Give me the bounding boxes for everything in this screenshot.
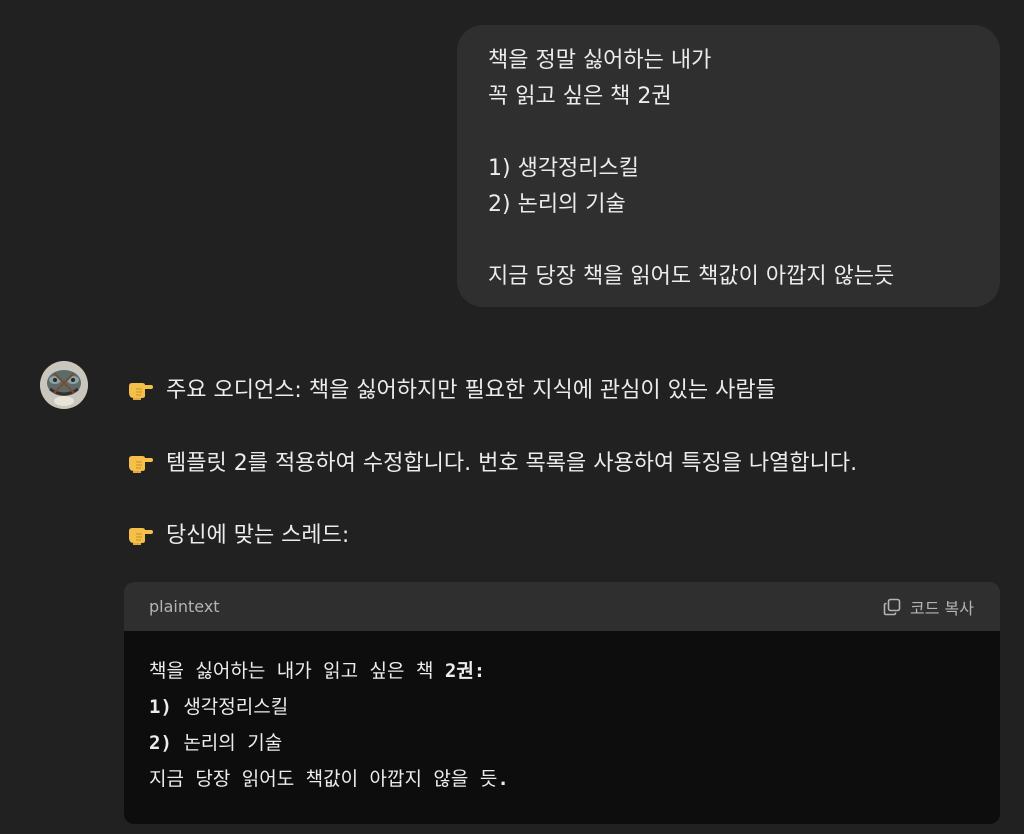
user-message-line: 지금 당장 책을 읽어도 책값이 아깝지 않는듯 <box>488 264 895 289</box>
copy-button-label: 코드 복사 <box>910 598 974 618</box>
code-body: 책을 싫어하는 내가 읽고 싶은 책 2권: 1) 생각정리스킬 2) 논리의 … <box>124 631 1000 797</box>
user-message-line: 꼭 읽고 싶은 책 2권 <box>488 84 672 109</box>
code-text-bold: . <box>497 768 509 790</box>
user-message-line: 2) 논리의 기술 <box>488 192 626 217</box>
bullet-text: 템플릿 2를 적용하여 수정합니다. 번호 목록을 사용하여 특징을 나열합니다… <box>166 451 858 476</box>
code-text: 논리의 기술 <box>171 732 283 754</box>
user-message-bubble: 책을 정말 싫어하는 내가 꼭 읽고 싶은 책 2권 1) 생각정리스킬 2) … <box>457 25 1000 307</box>
user-message-line: 책을 정말 싫어하는 내가 <box>488 48 712 73</box>
code-text-bold: 1) <box>149 696 172 718</box>
user-message-line <box>488 115 1000 151</box>
assistant-bullet: 당신에 맞는 스레드: <box>126 515 349 551</box>
copy-code-button[interactable]: 코드 복사 <box>882 595 974 619</box>
assistant-avatar <box>40 361 88 409</box>
pointing-hand-icon <box>129 456 153 473</box>
code-text: 생각정리스킬 <box>171 696 289 718</box>
assistant-avatar-icon <box>40 361 88 409</box>
code-line: 책을 싫어하는 내가 읽고 싶은 책 2권: <box>149 653 1000 689</box>
code-language-label: plaintext <box>149 597 220 616</box>
code-text: 지금 당장 읽어도 책값이 아깝지 않을 듯 <box>149 768 498 790</box>
assistant-bullet: 템플릿 2를 적용하여 수정합니다. 번호 목록을 사용하여 특징을 나열합니다… <box>126 443 857 479</box>
pointing-hand-icon <box>129 383 153 400</box>
code-line: 1) 생각정리스킬 <box>149 689 1000 725</box>
code-line: 지금 당장 읽어도 책값이 아깝지 않을 듯. <box>149 761 1000 797</box>
code-text: 책을 싫어하는 내가 읽고 싶은 책 <box>149 660 445 682</box>
bullet-text: 당신에 맞는 스레드: <box>166 523 350 548</box>
code-text-bold: 2권: <box>444 660 486 682</box>
pointing-hand-icon <box>129 528 153 545</box>
user-message-line <box>488 223 1000 259</box>
chat-page: 책을 정말 싫어하는 내가 꼭 읽고 싶은 책 2권 1) 생각정리스킬 2) … <box>0 0 1024 834</box>
bullet-text: 주요 오디언스: 책을 싫어하지만 필요한 지식에 관심이 있는 사람들 <box>166 378 776 403</box>
code-text-bold: 2) <box>149 732 172 754</box>
code-line: 2) 논리의 기술 <box>149 725 1000 761</box>
code-block: plaintext 코드 복사 책을 싫어하는 내가 읽고 싶은 책 2권: 1… <box>124 582 1000 824</box>
copy-icon <box>883 598 901 615</box>
assistant-bullet: 주요 오디언스: 책을 싫어하지만 필요한 지식에 관심이 있는 사람들 <box>126 370 776 406</box>
user-message-line: 1) 생각정리스킬 <box>488 156 640 181</box>
code-block-header: plaintext 코드 복사 <box>124 582 1000 631</box>
